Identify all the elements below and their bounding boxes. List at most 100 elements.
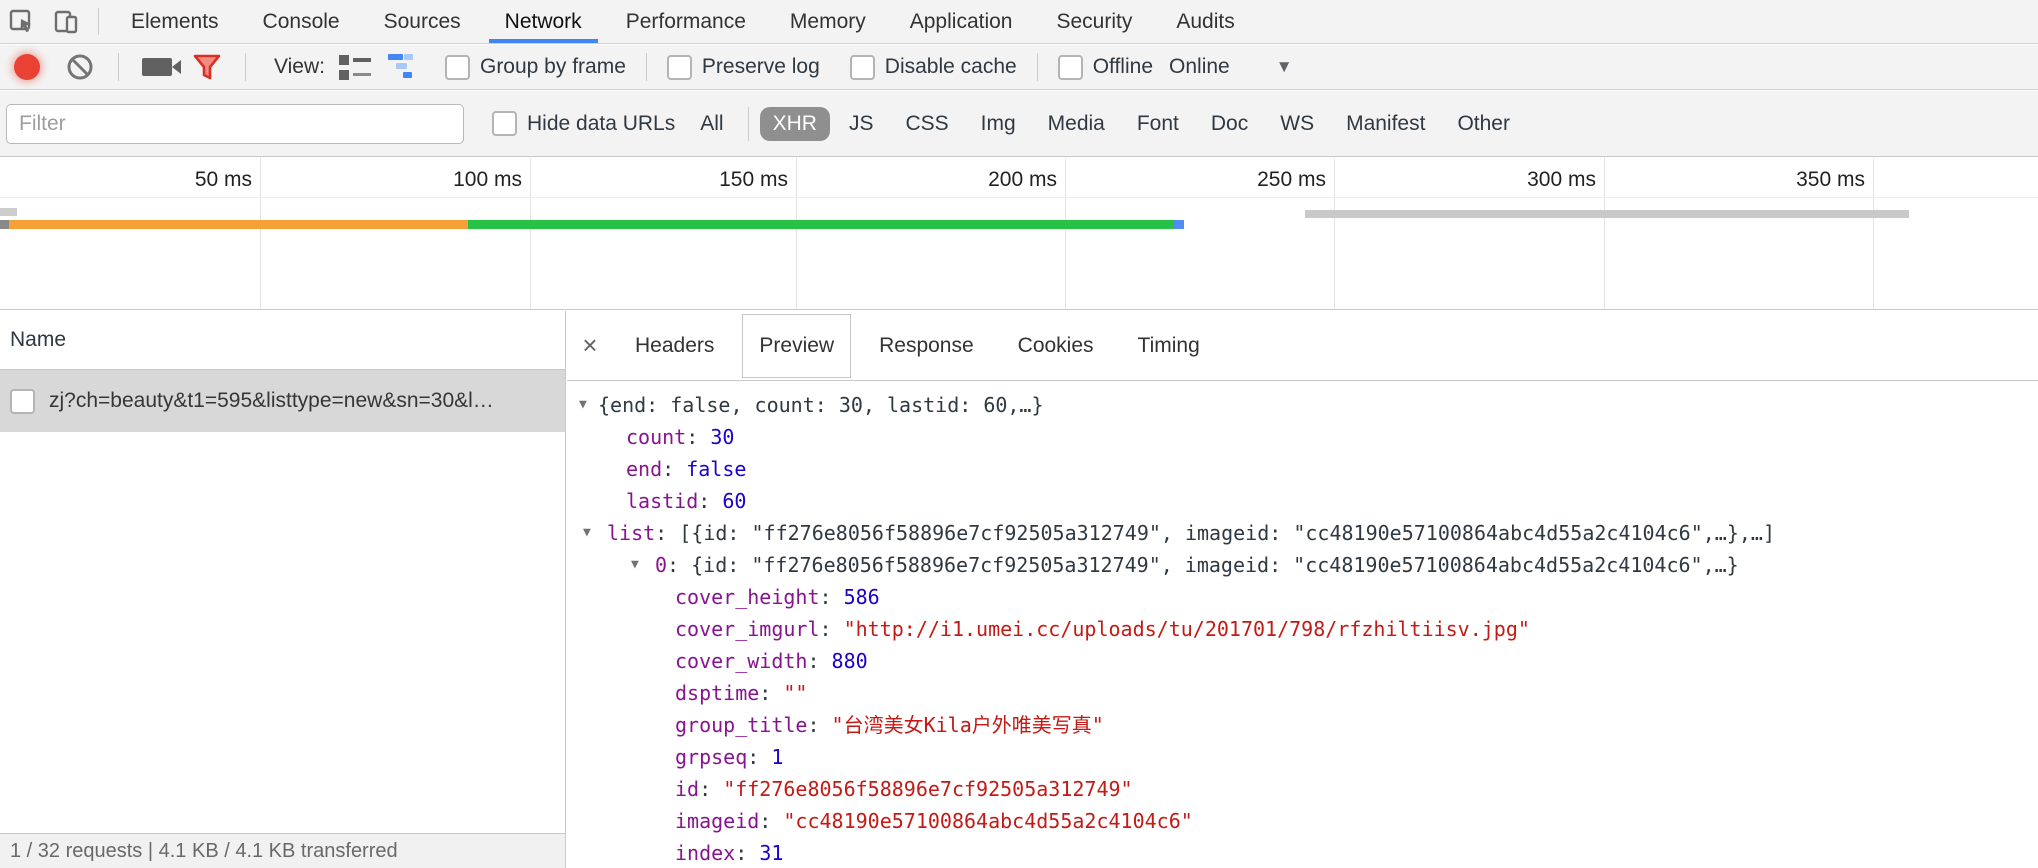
device-toolbar-icon[interactable]	[44, 0, 88, 43]
disable-cache-label: Disable cache	[885, 55, 1017, 79]
detail-tab-cookies[interactable]: Cookies	[1002, 314, 1110, 378]
filter-type-xhr[interactable]: XHR	[760, 107, 830, 141]
tab-elements[interactable]: Elements	[109, 0, 241, 43]
screenshot-camera-icon[interactable]	[135, 45, 179, 89]
close-icon[interactable]: ×	[567, 330, 613, 361]
detail-tab-preview[interactable]: Preview	[742, 314, 851, 378]
record-icon[interactable]	[14, 54, 40, 80]
timeline-gridline	[796, 158, 797, 309]
checkbox[interactable]	[492, 111, 517, 136]
filter-type-all[interactable]: All	[687, 107, 736, 141]
devtools-window: ElementsConsoleSourcesNetworkPerformance…	[0, 0, 2038, 868]
tab-console[interactable]: Console	[241, 0, 362, 43]
expander-arrow-icon[interactable]: ▼	[631, 549, 639, 581]
filter-type-js[interactable]: JS	[836, 107, 887, 141]
name-column-header[interactable]: Name	[0, 311, 565, 370]
tree-line[interactable]: cover_height: 586	[567, 581, 2038, 613]
filter-funnel-icon[interactable]	[185, 45, 229, 89]
filter-type-css[interactable]: CSS	[892, 107, 961, 141]
clear-icon[interactable]	[58, 45, 102, 89]
offline-checkbox[interactable]: Offline	[1058, 55, 1153, 80]
throttling-select[interactable]: Online	[1169, 55, 1230, 79]
json-preview-tree[interactable]: ▼{end: false, count: 30, lastid: 60,…}co…	[567, 381, 2038, 868]
tree-line[interactable]: cover_imgurl: "http://i1.umei.cc/uploads…	[567, 613, 2038, 645]
tree-segment-key: cover_width	[675, 649, 807, 673]
group-by-frame-label: Group by frame	[480, 55, 626, 79]
tab-sources[interactable]: Sources	[362, 0, 483, 43]
filter-type-other[interactable]: Other	[1444, 107, 1523, 141]
tab-performance[interactable]: Performance	[604, 0, 768, 43]
tab-network[interactable]: Network	[483, 0, 604, 43]
filter-type-doc[interactable]: Doc	[1198, 107, 1261, 141]
tree-line[interactable]: lastid: 60	[567, 485, 2038, 517]
receiving-green-segment	[468, 220, 1174, 229]
request-checkbox[interactable]	[10, 389, 35, 414]
devtools-tabbar: ElementsConsoleSourcesNetworkPerformance…	[0, 0, 2038, 44]
request-name: zj?ch=beauty&t1=595&listtype=new&sn=30&l…	[49, 389, 494, 413]
hide-data-urls-label: Hide data URLs	[527, 112, 675, 136]
timeline-tick-label: 250 ms	[1176, 168, 1326, 192]
tree-segment-plain: :	[759, 809, 783, 833]
filter-bar: Hide data URLs All XHRJSCSSImgMediaFontD…	[0, 91, 2038, 157]
tree-segment-plain: :	[759, 681, 783, 705]
inspect-icon[interactable]	[0, 0, 44, 43]
tab-memory[interactable]: Memory	[768, 0, 888, 43]
main-tabs: ElementsConsoleSourcesNetworkPerformance…	[109, 0, 1257, 43]
tree-line[interactable]: end: false	[567, 453, 2038, 485]
tree-line[interactable]: group_title: "台湾美女Kila户外唯美写真"	[567, 709, 2038, 741]
tree-line[interactable]: grpseq: 1	[567, 741, 2038, 773]
tree-line[interactable]: ▼list: [{id: "ff276e8056f58896e7cf92505a…	[567, 517, 2038, 549]
tree-line[interactable]: count: 30	[567, 421, 2038, 453]
chevron-down-icon[interactable]: ▼	[1276, 57, 1293, 77]
filter-type-media[interactable]: Media	[1035, 107, 1118, 141]
tree-segment-key: end	[626, 457, 662, 481]
tree-line[interactable]: ▼0: {id: "ff276e8056f58896e7cf92505a3127…	[567, 549, 2038, 581]
detail-tab-response[interactable]: Response	[863, 314, 990, 378]
tree-segment-key: dsptime	[675, 681, 759, 705]
tree-segment-num: 60	[722, 489, 746, 513]
tree-segment-key: count	[626, 425, 686, 449]
request-row[interactable]: zj?ch=beauty&t1=595&listtype=new&sn=30&l…	[0, 370, 565, 432]
tab-application[interactable]: Application	[888, 0, 1035, 43]
disable-cache-checkbox[interactable]: Disable cache	[850, 55, 1017, 80]
checkbox[interactable]	[850, 55, 875, 80]
tree-segment-plain: :	[699, 777, 723, 801]
checkbox[interactable]	[445, 55, 470, 80]
tab-audits[interactable]: Audits	[1154, 0, 1256, 43]
network-toolbar: View: Group by frame Preserve log	[0, 45, 2038, 90]
checkbox[interactable]	[1058, 55, 1083, 80]
show-overview-icon[interactable]	[383, 45, 427, 89]
preserve-log-checkbox[interactable]: Preserve log	[667, 55, 820, 80]
waiting-start-segment	[0, 220, 9, 229]
tree-line[interactable]: id: "ff276e8056f58896e7cf92505a312749"	[567, 773, 2038, 805]
timeline-gridline	[1065, 158, 1066, 309]
long-request-bar	[1305, 210, 1909, 218]
tree-line[interactable]: imageid: "cc48190e57100864abc4d55a2c4104…	[567, 805, 2038, 837]
tree-line[interactable]: ▼{end: false, count: 30, lastid: 60,…}	[567, 389, 2038, 421]
filter-type-ws[interactable]: WS	[1267, 107, 1327, 141]
tree-line[interactable]: cover_width: 880	[567, 645, 2038, 677]
filter-type-font[interactable]: Font	[1124, 107, 1192, 141]
tree-line[interactable]: dsptime: ""	[567, 677, 2038, 709]
checkbox[interactable]	[667, 55, 692, 80]
detail-tab-timing[interactable]: Timing	[1122, 314, 1216, 378]
hide-data-urls-checkbox[interactable]: Hide data URLs	[492, 111, 675, 136]
tab-security[interactable]: Security	[1034, 0, 1154, 43]
expander-arrow-icon[interactable]: ▼	[579, 389, 587, 421]
tree-segment-plain: :	[735, 841, 759, 865]
tree-segment-str: "ff276e8056f58896e7cf92505a312749"	[723, 777, 1132, 801]
tree-line[interactable]: index: 31	[567, 837, 2038, 868]
detail-tab-headers[interactable]: Headers	[619, 314, 730, 378]
expander-arrow-icon[interactable]: ▼	[583, 517, 591, 549]
tree-segment-num: 586	[844, 585, 880, 609]
filter-input[interactable]	[6, 104, 464, 144]
filter-type-img[interactable]: Img	[968, 107, 1029, 141]
large-rows-icon[interactable]	[333, 45, 377, 89]
requests-status-bar: 1 / 32 requests | 4.1 KB / 4.1 KB transf…	[0, 833, 565, 868]
tree-segment-plain: :	[686, 425, 710, 449]
group-by-frame-checkbox[interactable]: Group by frame	[445, 55, 626, 80]
timeline-tick-label: 150 ms	[638, 168, 788, 192]
requests-pane: Name zj?ch=beauty&t1=595&listtype=new&sn…	[0, 311, 566, 868]
filter-type-manifest[interactable]: Manifest	[1333, 107, 1438, 141]
network-overview[interactable]: 50 ms100 ms150 ms200 ms250 ms300 ms350 m…	[0, 158, 2038, 310]
